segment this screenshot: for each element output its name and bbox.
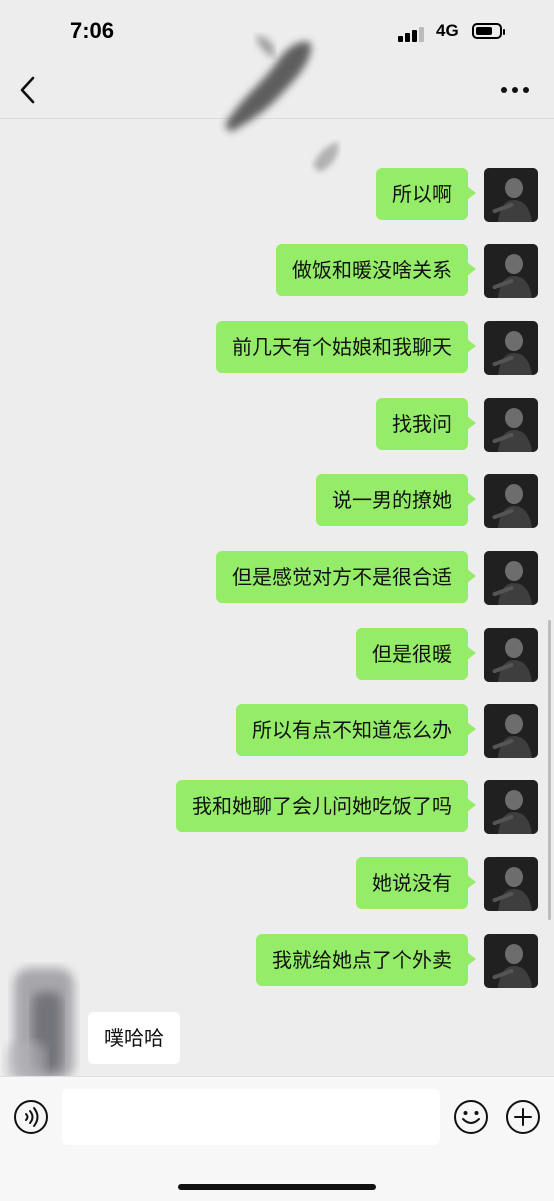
message-row: 所以啊 bbox=[376, 168, 538, 224]
message-row: 说一男的撩她 bbox=[316, 474, 538, 530]
battery-icon bbox=[472, 23, 505, 39]
chat-header bbox=[0, 62, 554, 118]
message-row: 但是感觉对方不是很合适 bbox=[216, 551, 538, 607]
incoming-message[interactable]: 噗哈哈 bbox=[88, 1012, 180, 1064]
avatar[interactable] bbox=[484, 934, 538, 988]
message-row: 但是很暖 bbox=[356, 628, 538, 684]
emoji-icon[interactable] bbox=[453, 1099, 489, 1135]
battery-level bbox=[476, 27, 492, 35]
status-time: 7:06 bbox=[70, 18, 115, 43]
message-list[interactable]: 所以啊 做饭和暖没啥关系 前几天有个姑娘和我聊天 找我问 说一男的撩她 但是感觉… bbox=[0, 120, 554, 1080]
outgoing-message[interactable]: 我就给她点了个外卖 bbox=[256, 934, 476, 986]
signal-icon bbox=[398, 26, 428, 42]
avatar[interactable] bbox=[484, 551, 538, 605]
avatar[interactable] bbox=[484, 704, 538, 758]
header-divider bbox=[0, 118, 554, 119]
avatar[interactable] bbox=[484, 474, 538, 528]
avatar[interactable] bbox=[484, 398, 538, 452]
plus-icon[interactable] bbox=[505, 1099, 541, 1135]
message-row: 我和她聊了会儿问她吃饭了吗 bbox=[176, 780, 538, 836]
avatar[interactable] bbox=[484, 168, 538, 222]
ellipsis-icon[interactable] bbox=[498, 82, 532, 98]
outgoing-message[interactable]: 但是感觉对方不是很合适 bbox=[216, 551, 476, 603]
voice-icon[interactable] bbox=[13, 1099, 49, 1135]
message-row: 所以有点不知道怎么办 bbox=[236, 704, 538, 760]
message-input[interactable] bbox=[62, 1089, 440, 1145]
outgoing-message[interactable]: 但是很暖 bbox=[356, 628, 476, 680]
outgoing-message[interactable]: 做饭和暖没啥关系 bbox=[276, 244, 476, 296]
outgoing-message[interactable]: 我和她聊了会儿问她吃饭了吗 bbox=[176, 780, 476, 832]
outgoing-message[interactable]: 说一男的撩她 bbox=[316, 474, 476, 526]
outgoing-message[interactable]: 所以啊 bbox=[376, 168, 476, 220]
message-row: 我就给她点了个外卖 bbox=[256, 934, 538, 990]
message-row: 做饭和暖没啥关系 bbox=[276, 244, 538, 300]
outgoing-message[interactable]: 找我问 bbox=[376, 398, 476, 450]
scrollbar[interactable] bbox=[548, 620, 551, 920]
message-row: 她说没有 bbox=[356, 857, 538, 913]
network-label: 4G bbox=[436, 21, 459, 40]
avatar[interactable] bbox=[484, 244, 538, 298]
avatar[interactable] bbox=[484, 321, 538, 375]
avatar[interactable] bbox=[484, 628, 538, 682]
avatar[interactable] bbox=[484, 780, 538, 834]
message-row: 找我问 bbox=[376, 398, 538, 454]
chevron-left-icon[interactable] bbox=[18, 75, 40, 105]
outgoing-message[interactable]: 她说没有 bbox=[356, 857, 476, 909]
message-row: 前几天有个姑娘和我聊天 bbox=[216, 321, 538, 377]
status-bar: 7:06 4G bbox=[0, 0, 554, 62]
outgoing-message[interactable]: 前几天有个姑娘和我聊天 bbox=[216, 321, 476, 373]
input-bar bbox=[0, 1076, 554, 1201]
outgoing-message[interactable]: 所以有点不知道怎么办 bbox=[236, 704, 476, 756]
avatar[interactable] bbox=[484, 857, 538, 911]
home-indicator[interactable] bbox=[178, 1184, 376, 1190]
